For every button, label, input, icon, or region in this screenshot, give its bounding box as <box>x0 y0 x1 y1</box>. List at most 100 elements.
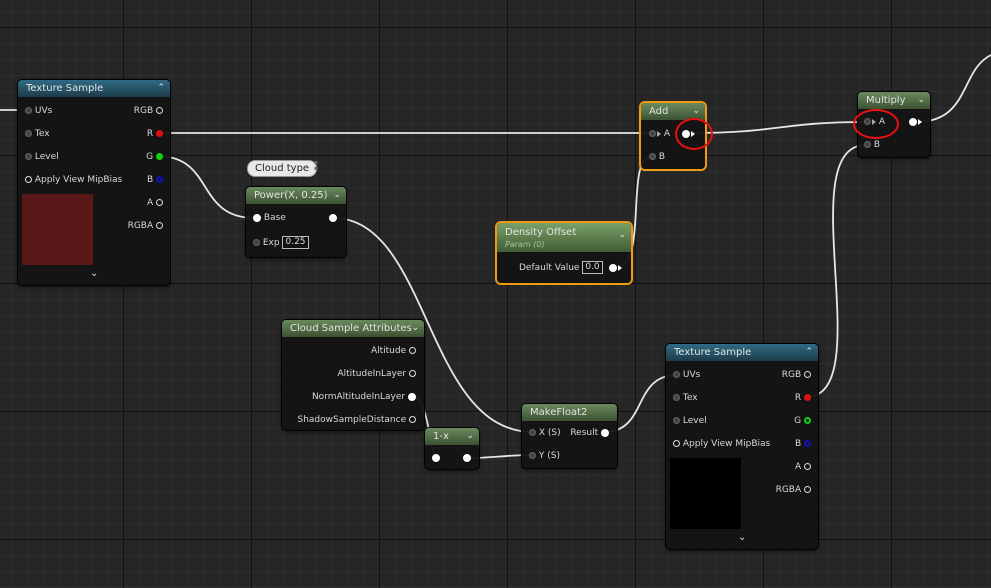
exp-input[interactable]: Exp 0.25 <box>253 236 309 250</box>
add-input-a[interactable]: A <box>649 127 670 141</box>
pin-icon[interactable] <box>409 416 416 423</box>
chevron-down-icon[interactable]: ⌄ <box>90 268 98 279</box>
pin-icon[interactable] <box>156 107 163 114</box>
pin-icon[interactable] <box>529 429 536 436</box>
pin-icon[interactable] <box>463 453 471 462</box>
pin-icon[interactable] <box>253 239 260 246</box>
multiply-header[interactable]: Multiply ⌄ <box>858 92 930 109</box>
one-minus-output[interactable] <box>463 451 471 465</box>
y-input[interactable]: Y (S) <box>529 449 560 463</box>
norm-altitude-output[interactable]: NormAltitudeInLayer <box>312 390 416 404</box>
pin-icon[interactable] <box>673 394 680 401</box>
power-node[interactable]: Power(X, 0.25) ⌄ Base Exp 0.25 <box>246 187 346 257</box>
tex-input[interactable]: Tex <box>25 127 50 141</box>
pin-icon[interactable] <box>804 394 811 401</box>
pin-icon[interactable] <box>25 153 32 160</box>
x-input[interactable]: X (S) <box>529 426 561 440</box>
tex-input[interactable]: Tex <box>673 391 698 405</box>
pin-icon[interactable] <box>909 117 917 126</box>
pin-icon[interactable] <box>329 213 337 222</box>
pin-icon[interactable] <box>804 371 811 378</box>
pin-icon[interactable] <box>601 428 609 437</box>
g-output[interactable]: G <box>146 150 163 164</box>
pin-icon[interactable] <box>432 453 440 462</box>
texture-sample-node-1[interactable]: Texture Sample ⌃ UVs Tex Level Apply Vie… <box>18 80 170 285</box>
r-output[interactable]: R <box>795 391 811 405</box>
mipbias-input[interactable]: Apply View MipBias <box>25 173 122 187</box>
make-float2-node[interactable]: MakeFloat2 X (S) Result Y (S) <box>522 404 617 468</box>
altitude-output[interactable]: Altitude <box>371 344 416 358</box>
make-float2-header[interactable]: MakeFloat2 <box>522 404 617 421</box>
one-minus-node[interactable]: 1-x ⌄ <box>425 428 479 469</box>
texture-sample-node-2[interactable]: Texture Sample ⌃ UVs Tex Level Apply Vie… <box>666 344 818 549</box>
cloud-sample-attributes-header[interactable]: Cloud Sample Attributes ⌄ <box>282 320 424 337</box>
b-output[interactable]: B <box>147 173 163 187</box>
pin-icon[interactable] <box>156 176 163 183</box>
rgb-output[interactable]: RGB <box>782 368 811 382</box>
pin-icon[interactable] <box>673 371 680 378</box>
chevron-down-icon[interactable]: ⌄ <box>738 532 746 543</box>
uvs-input[interactable]: UVs <box>673 368 700 382</box>
pin-icon[interactable] <box>649 130 656 137</box>
density-output[interactable] <box>609 261 622 275</box>
pin-icon[interactable] <box>156 153 163 160</box>
pin-icon[interactable] <box>253 213 261 222</box>
multiply-output[interactable] <box>909 115 922 129</box>
cloud-sample-attributes-node[interactable]: Cloud Sample Attributes ⌄ Altitude Altit… <box>282 320 424 430</box>
pin-icon[interactable] <box>804 440 811 447</box>
rgb-output[interactable]: RGB <box>134 104 163 118</box>
pin-icon[interactable] <box>609 263 617 272</box>
pin-icon[interactable] <box>25 176 32 183</box>
chevron-down-icon[interactable]: ⌄ <box>917 92 925 109</box>
one-minus-header[interactable]: 1-x ⌄ <box>425 428 479 445</box>
comment-bubble[interactable]: Cloud type <box>247 160 318 177</box>
g-output[interactable]: G <box>794 414 811 428</box>
rgba-output[interactable]: RGBA <box>128 219 163 233</box>
power-header[interactable]: Power(X, 0.25) ⌄ <box>246 187 346 204</box>
chevron-up-icon[interactable]: ⌃ <box>805 344 813 361</box>
chevron-down-icon[interactable]: ⌄ <box>466 428 474 445</box>
pin-icon[interactable] <box>156 130 163 137</box>
default-value-row[interactable]: Default Value 0.0 <box>519 261 603 275</box>
chevron-down-icon[interactable]: ⌄ <box>618 228 626 243</box>
r-output[interactable]: R <box>147 127 163 141</box>
pin-icon[interactable] <box>804 486 811 493</box>
mipbias-input[interactable]: Apply View MipBias <box>673 437 770 451</box>
a-output[interactable]: A <box>147 196 163 210</box>
level-input[interactable]: Level <box>673 414 707 428</box>
pin-comment-icon[interactable]: ▪ ▪ <box>314 160 320 172</box>
chevron-up-icon[interactable]: ⌃ <box>157 80 165 97</box>
pin-icon[interactable] <box>673 440 680 447</box>
chevron-down-icon[interactable]: ⌄ <box>411 320 419 337</box>
pin-icon[interactable] <box>408 392 416 401</box>
base-input[interactable]: Base <box>253 211 286 225</box>
texture-sample-header[interactable]: Texture Sample ⌃ <box>18 80 170 97</box>
level-input[interactable]: Level <box>25 150 59 164</box>
chevron-down-icon[interactable]: ⌄ <box>333 187 341 204</box>
exp-value-field[interactable]: 0.25 <box>282 236 309 249</box>
a-output[interactable]: A <box>795 460 811 474</box>
altitude-in-layer-output[interactable]: AltitudeInLayer <box>338 367 416 381</box>
multiply-input-b[interactable]: B <box>864 138 880 152</box>
texture-sample-header[interactable]: Texture Sample ⌃ <box>666 344 818 361</box>
default-value-field[interactable]: 0.0 <box>582 261 603 274</box>
pin-icon[interactable] <box>25 107 32 114</box>
pin-icon[interactable] <box>409 347 416 354</box>
pin-icon[interactable] <box>156 222 163 229</box>
one-minus-input[interactable] <box>432 451 440 465</box>
pin-icon[interactable] <box>25 130 32 137</box>
result-output[interactable]: Result <box>570 426 609 440</box>
pin-icon[interactable] <box>649 153 656 160</box>
power-output[interactable] <box>329 211 337 225</box>
pin-icon[interactable] <box>529 452 536 459</box>
uvs-input[interactable]: UVs <box>25 104 52 118</box>
density-offset-header[interactable]: Density Offset Param (0) ⌄ <box>497 223 631 252</box>
rgba-output[interactable]: RGBA <box>776 483 811 497</box>
pin-icon[interactable] <box>673 417 680 424</box>
density-offset-node[interactable]: Density Offset Param (0) ⌄ Default Value… <box>497 223 631 283</box>
pin-icon[interactable] <box>804 417 811 424</box>
pin-icon[interactable] <box>409 370 416 377</box>
pin-icon[interactable] <box>864 141 871 148</box>
pin-icon[interactable] <box>804 463 811 470</box>
shadow-sample-distance-output[interactable]: ShadowSampleDistance <box>298 413 416 427</box>
